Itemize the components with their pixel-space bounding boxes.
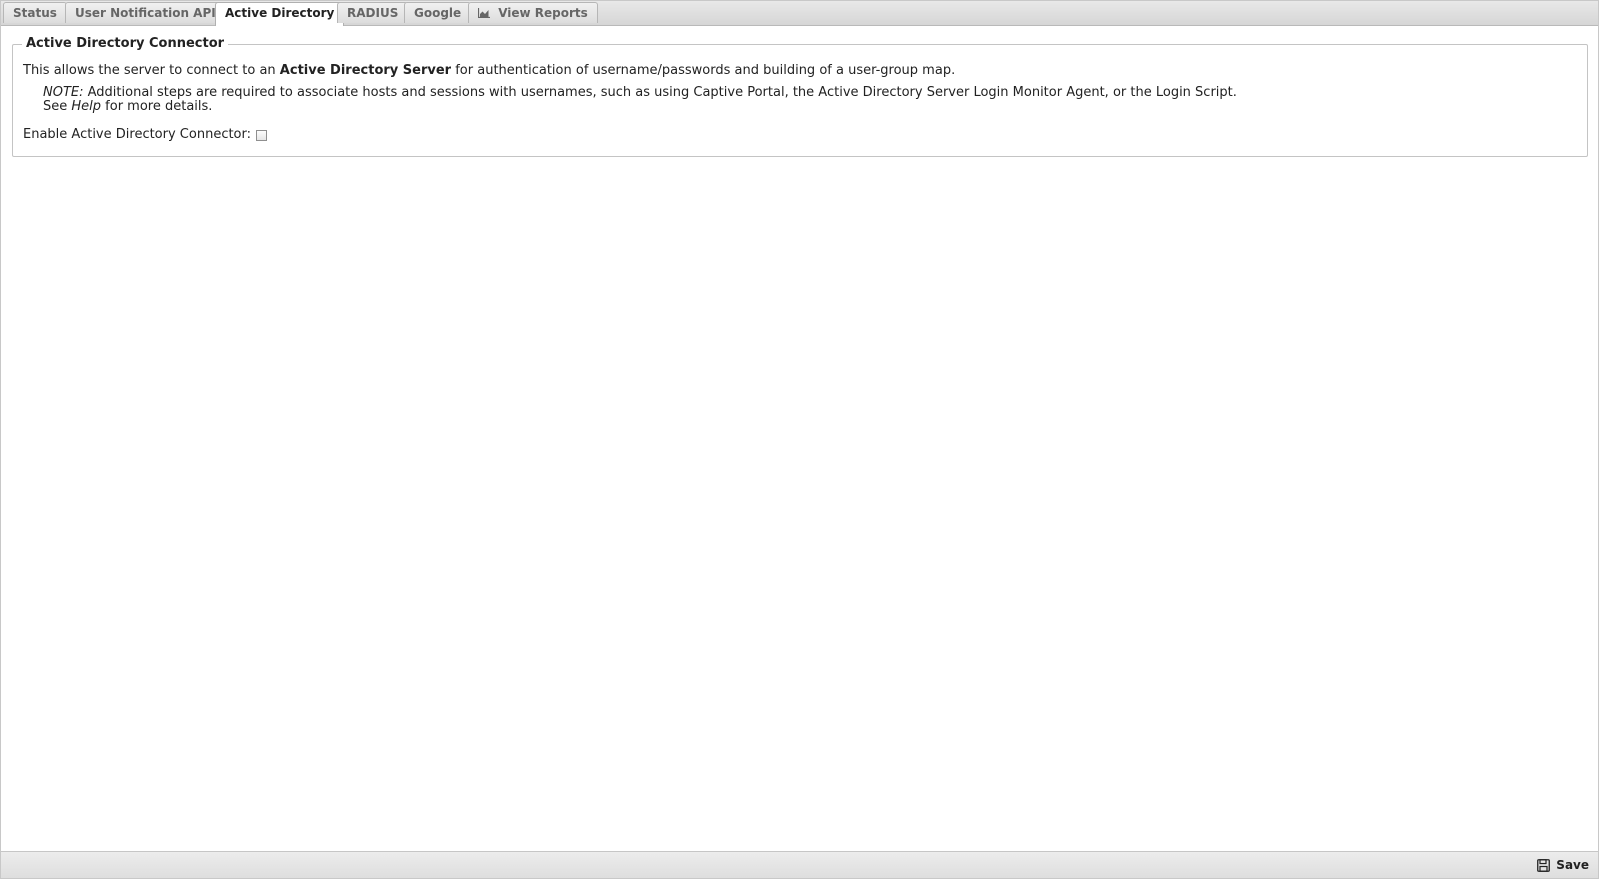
fieldset-legend: Active Directory Connector [22, 36, 229, 52]
tab-label: Status [13, 6, 57, 20]
help-link[interactable]: Help [71, 99, 101, 114]
footer-bar: Save [1, 851, 1598, 878]
tab-user-notification-api[interactable]: User Notification API [65, 2, 226, 23]
see-suffix: for more details. [101, 99, 213, 114]
enable-active-directory-checkbox[interactable] [256, 129, 268, 141]
description-bold: Active Directory Server [279, 63, 452, 78]
tab-active-directory[interactable]: Active Directory [215, 2, 345, 26]
tab-label: RADIUS [347, 6, 399, 20]
tab-label: Active Directory [225, 6, 335, 20]
tab-radius[interactable]: RADIUS [337, 2, 409, 23]
chart-icon [477, 4, 490, 24]
active-directory-connector-fieldset: Active Directory Connector This allows t… [12, 36, 1588, 157]
description-text: This allows the server to connect to an … [23, 63, 955, 79]
tab-google[interactable]: Google [404, 2, 472, 23]
save-label: Save [1556, 858, 1589, 872]
save-button[interactable]: Save [1537, 856, 1589, 874]
tab-label: User Notification API [75, 6, 216, 20]
see-prefix: See [43, 99, 72, 114]
tab-status[interactable]: Status [3, 2, 67, 23]
enable-label: Enable Active Directory Connector: [23, 127, 252, 142]
description-prefix: This allows the server to connect to an [23, 63, 280, 78]
description-suffix: for authentication of username/passwords… [451, 63, 956, 78]
note-text: Additional steps are required to associa… [83, 85, 1237, 100]
tab-view-reports[interactable]: View Reports [468, 2, 598, 23]
see-help-line: See Help for more details. [43, 100, 1237, 114]
app-window: Status User Notification API Active Dire… [0, 0, 1599, 879]
note-block: NOTE: Additional steps are required to a… [43, 86, 1237, 114]
note-label: NOTE: [43, 85, 84, 100]
tab-bar: Status User Notification API Active Dire… [1, 1, 1598, 26]
tab-label: View Reports [498, 6, 588, 20]
enable-row: Enable Active Directory Connector: [23, 127, 268, 143]
tab-label: Google [414, 6, 462, 20]
note-line: NOTE: Additional steps are required to a… [43, 86, 1237, 100]
floppy-disk-icon [1537, 858, 1551, 872]
